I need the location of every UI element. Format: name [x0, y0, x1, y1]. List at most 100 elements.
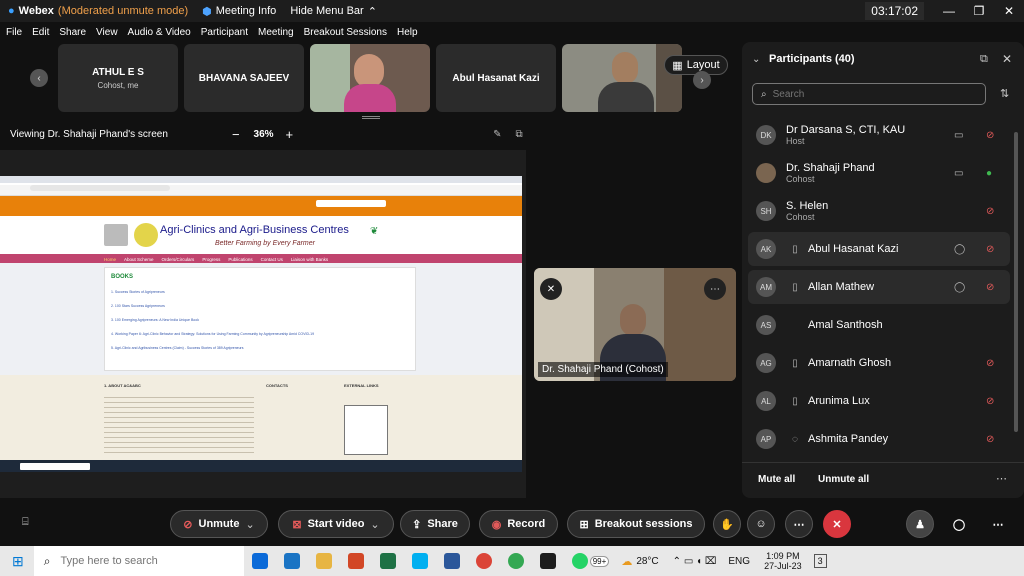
sort-icon[interactable]: ⇅: [1000, 87, 1009, 100]
menu-audio-video[interactable]: Audio & Video: [128, 27, 191, 38]
chat-icon[interactable]: ◯: [954, 282, 965, 293]
video-thumbnail[interactable]: [310, 44, 430, 112]
tray-icons[interactable]: ⌃ ▭ ◖ ⌧: [673, 556, 717, 567]
popout-panel-icon[interactable]: ⧉: [980, 53, 988, 66]
participant-row[interactable]: AP ◌ Ashmita Pandey ⊘: [748, 422, 1010, 456]
chevron-down-icon[interactable]: ⌄: [370, 518, 379, 531]
search-input[interactable]: [772, 88, 973, 100]
book-link[interactable]: 4. Working Paper 6: Agri-Clinic Behavior…: [111, 332, 314, 336]
menu-share[interactable]: Share: [59, 27, 86, 38]
zoom-in-button[interactable]: +: [286, 127, 294, 142]
mic-muted-icon[interactable]: ⊘: [986, 206, 994, 217]
book-link[interactable]: 3. 100 Emerging Agripreneurs: A New Indi…: [111, 318, 199, 322]
mic-muted-icon[interactable]: ⊘: [986, 130, 994, 141]
participant-row[interactable]: Dr. Shahaji Phand Cohost ▭ ●: [748, 156, 1010, 190]
next-page-icon[interactable]: ›: [693, 71, 711, 89]
more-options-icon[interactable]: ⋯: [704, 278, 726, 300]
menu-meeting[interactable]: Meeting: [258, 27, 294, 38]
resize-handle[interactable]: [362, 116, 380, 119]
minimize-icon[interactable]: —: [934, 4, 964, 18]
menu-edit[interactable]: Edit: [32, 27, 49, 38]
chrome-icon[interactable]: [475, 553, 492, 569]
reactions-icon[interactable]: ☺: [747, 510, 775, 538]
start-video-button[interactable]: ⊠ Start video ⌄: [278, 510, 394, 538]
mic-muted-icon[interactable]: ⊘: [986, 282, 994, 293]
hide-menu-bar-button[interactable]: Hide Menu Bar ⌃: [290, 5, 377, 18]
chat-icon[interactable]: ◯: [954, 244, 965, 255]
panel-scrollbar[interactable]: [1014, 132, 1018, 432]
powerpoint-icon[interactable]: [347, 553, 364, 569]
menu-participant[interactable]: Participant: [201, 27, 248, 38]
edge-icon[interactable]: [251, 553, 268, 569]
participant-search[interactable]: ⌕: [752, 83, 986, 105]
site-nav-item[interactable]: Orders/Circulars: [162, 257, 195, 262]
prev-page-icon[interactable]: ‹: [30, 69, 48, 87]
unmute-all-button[interactable]: Unmute all: [818, 474, 869, 485]
taskbar-search-input[interactable]: [60, 555, 231, 567]
site-nav-item[interactable]: Home: [104, 257, 116, 262]
record-button[interactable]: ◉ Record: [479, 510, 558, 538]
participant-row[interactable]: DK Dr Darsana S, CTI, KAU Host ▭ ⊘: [748, 118, 1010, 152]
restore-icon[interactable]: ❐: [964, 4, 994, 18]
participant-row[interactable]: AM ▯ Allan Mathew ◯ ⊘: [748, 270, 1010, 304]
close-panel-icon[interactable]: ✕: [1002, 52, 1012, 66]
participant-row[interactable]: AG ▯ Amarnath Ghosh ⊘: [748, 346, 1010, 380]
zoom-out-button[interactable]: −: [232, 127, 240, 142]
menu-view[interactable]: View: [96, 27, 118, 38]
site-nav-item[interactable]: Progress: [202, 257, 220, 262]
whatsapp-icon[interactable]: [571, 553, 588, 569]
notification-center[interactable]: 3: [813, 554, 827, 568]
participant-row[interactable]: AS Amal Santhosh: [748, 308, 1010, 342]
menu-file[interactable]: File: [6, 27, 22, 38]
active-speaker-video[interactable]: ✕ ⋯ Dr. Shahaji Phand (Cohost): [534, 268, 736, 381]
book-link[interactable]: 5. Agri-Clinic and Agribusiness Centres …: [111, 346, 243, 350]
video-thumbnail[interactable]: BHAVANA SAJEEV: [184, 44, 304, 112]
mic-muted-icon[interactable]: ⊘: [986, 358, 994, 369]
more-icon[interactable]: ⋯: [984, 510, 1012, 538]
collapse-chevron-icon[interactable]: ⌄: [752, 54, 760, 65]
chrome-profile-icon[interactable]: [507, 553, 524, 569]
windows-start-icon[interactable]: ⊞: [12, 553, 24, 570]
site-nav-item[interactable]: Contact Us: [261, 257, 283, 262]
chat-icon[interactable]: ◯: [945, 510, 973, 538]
video-thumbnail[interactable]: ATHUL E S Cohost, me: [58, 44, 178, 112]
mic-active-icon[interactable]: ●: [986, 168, 992, 179]
participant-row[interactable]: AL ▯ Arunima Lux ⊘: [748, 384, 1010, 418]
video-thumbnail[interactable]: [562, 44, 682, 112]
captions-icon[interactable]: ⌸: [22, 516, 29, 529]
temperature[interactable]: 28°C: [636, 556, 658, 567]
mic-muted-icon[interactable]: ⊘: [986, 244, 994, 255]
close-icon[interactable]: ✕: [994, 4, 1024, 18]
language-indicator[interactable]: ENG: [728, 556, 750, 567]
webex-taskbar-icon[interactable]: [539, 553, 556, 569]
mic-muted-icon[interactable]: ⊘: [986, 396, 994, 407]
unmute-button[interactable]: ⊘ Unmute ⌄: [170, 510, 268, 538]
mute-all-button[interactable]: Mute all: [758, 474, 795, 485]
leave-meeting-icon[interactable]: ✕: [823, 510, 851, 538]
book-link[interactable]: 2. 100 Stars Success Agripreneurs: [111, 304, 165, 308]
mic-muted-icon[interactable]: ⊘: [986, 434, 994, 445]
site-nav-item[interactable]: Publications: [228, 257, 252, 262]
site-nav-item[interactable]: Liaison with Banks: [291, 257, 328, 262]
skype-icon[interactable]: [411, 553, 428, 569]
folder-icon[interactable]: [315, 553, 332, 569]
participants-icon[interactable]: ♟: [906, 510, 934, 538]
share-button[interactable]: ⇪ Share: [400, 510, 470, 538]
menu-help[interactable]: Help: [397, 27, 418, 38]
unpin-icon[interactable]: ✕: [540, 278, 562, 300]
mail-icon[interactable]: [283, 553, 300, 569]
taskbar-search[interactable]: ⌕: [33, 546, 244, 576]
more-icon[interactable]: ⋯: [996, 472, 1007, 485]
meeting-info-button[interactable]: ⬢ Meeting Info: [202, 5, 276, 18]
video-thumbnail[interactable]: Abul Hasanat Kazi: [436, 44, 556, 112]
annotate-icon[interactable]: ✎: [493, 129, 501, 140]
book-link[interactable]: 1. Success Stories of Agripreneurs: [111, 290, 165, 294]
menu-breakout[interactable]: Breakout Sessions: [304, 27, 387, 38]
more-options-icon[interactable]: ⋯: [785, 510, 813, 538]
word-icon[interactable]: [443, 553, 460, 569]
site-nav-item[interactable]: About Scheme: [124, 257, 154, 262]
chevron-down-icon[interactable]: ⌄: [245, 518, 254, 531]
participant-row[interactable]: SH S. Helen Cohost ⊘: [748, 194, 1010, 228]
raise-hand-icon[interactable]: ✋: [713, 510, 741, 538]
clock[interactable]: 1:09 PM 27-Jul-23: [764, 551, 802, 571]
